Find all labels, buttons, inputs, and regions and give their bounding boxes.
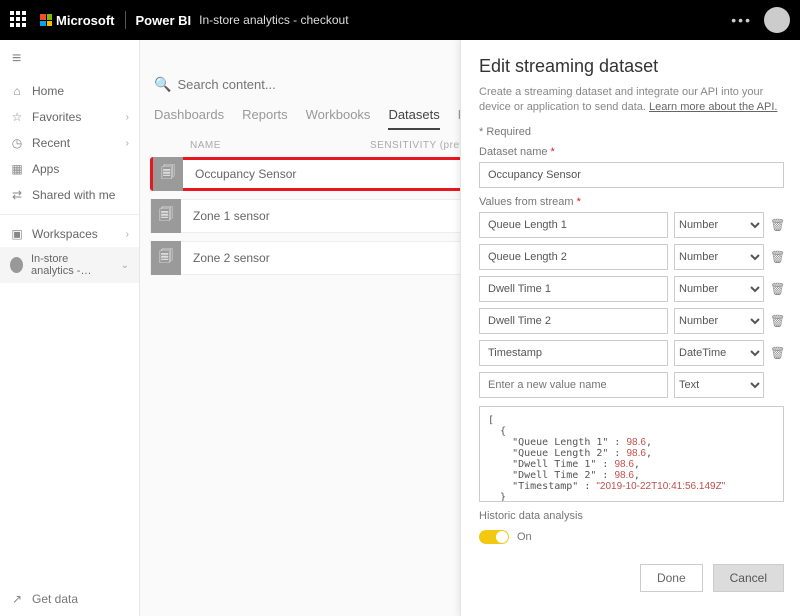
breadcrumb[interactable]: In-store analytics - checkout xyxy=(199,13,348,27)
nav-apps[interactable]: ▦Apps xyxy=(0,156,139,182)
search-icon: 🔍 xyxy=(154,76,171,93)
left-nav: ≡ ⌂Home ☆Favorites› ◷Recent› ▦Apps ⇄Shar… xyxy=(0,40,140,616)
apps-icon: ▦ xyxy=(10,162,24,176)
nav-shared[interactable]: ⇄Shared with me xyxy=(0,182,139,208)
historic-state: On xyxy=(517,531,532,543)
workspaces-icon: ▣ xyxy=(10,227,24,241)
stream-field-row: DateTime 🗑 xyxy=(479,340,784,366)
dataset-name-label: Dataset name xyxy=(479,146,784,158)
workspace-dot-icon xyxy=(10,257,23,273)
nav-favorites[interactable]: ☆Favorites› xyxy=(0,104,139,130)
tab-reports[interactable]: Reports xyxy=(242,107,288,130)
stream-field-row: Number 🗑 xyxy=(479,276,784,302)
panel-description: Create a streaming dataset and integrate… xyxy=(479,85,784,116)
topbar: Microsoft Power BI In-store analytics - … xyxy=(0,0,800,40)
microsoft-logo: Microsoft xyxy=(40,13,115,28)
col-name: NAME xyxy=(190,140,370,151)
chevron-right-icon: › xyxy=(126,138,129,149)
stream-field-name-input[interactable] xyxy=(479,244,668,270)
star-icon: ☆ xyxy=(10,110,24,124)
divider xyxy=(125,11,126,29)
stream-field-row: Number 🗑 xyxy=(479,308,784,334)
delete-field-icon[interactable]: 🗑 xyxy=(770,314,784,328)
dataset-name-input[interactable] xyxy=(479,162,784,188)
search-input[interactable] xyxy=(177,77,377,92)
more-icon[interactable]: ••• xyxy=(731,12,752,28)
get-data-icon: ↗ xyxy=(10,592,24,606)
shared-icon: ⇄ xyxy=(10,188,24,202)
dataset-icon: 🗐 xyxy=(151,241,181,275)
chevron-right-icon: › xyxy=(126,229,129,240)
new-value-input[interactable] xyxy=(479,372,668,398)
stream-field-row: Number 🗑 xyxy=(479,212,784,238)
stream-field-type-select[interactable]: DateTime xyxy=(674,340,764,366)
required-label: * Required xyxy=(479,126,784,138)
stream-field-type-select[interactable]: Number xyxy=(674,244,764,270)
stream-field-type-select[interactable]: Number xyxy=(674,212,764,238)
new-value-type-select[interactable]: Text xyxy=(674,372,764,398)
panel-title: Edit streaming dataset xyxy=(479,56,784,77)
app-launcher-icon[interactable] xyxy=(10,11,28,29)
stream-field-row: Number 🗑 xyxy=(479,244,784,270)
delete-field-icon[interactable]: 🗑 xyxy=(770,282,784,296)
learn-more-link[interactable]: Learn more about the API. xyxy=(649,101,777,113)
historic-label: Historic data analysis xyxy=(479,510,784,522)
tab-datasets[interactable]: Datasets xyxy=(388,107,439,130)
delete-field-icon[interactable]: 🗑 xyxy=(770,218,784,232)
delete-field-icon[interactable]: 🗑 xyxy=(770,250,784,264)
stream-field-name-input[interactable] xyxy=(479,308,668,334)
chevron-right-icon: › xyxy=(126,112,129,123)
product-label: Power BI xyxy=(136,13,192,28)
stream-field-name-input[interactable] xyxy=(479,340,668,366)
stream-field-name-input[interactable] xyxy=(479,276,668,302)
hamburger-icon[interactable]: ≡ xyxy=(0,40,139,78)
chevron-down-icon: ⌄ xyxy=(121,260,129,271)
tab-dashboards[interactable]: Dashboards xyxy=(154,107,224,130)
edit-streaming-dataset-panel: Edit streaming dataset Create a streamin… xyxy=(460,40,800,616)
clock-icon: ◷ xyxy=(10,136,24,150)
done-button[interactable]: Done xyxy=(640,564,703,592)
dataset-icon: 🗐 xyxy=(151,199,181,233)
tab-workbooks[interactable]: Workbooks xyxy=(306,107,371,130)
stream-field-type-select[interactable]: Number xyxy=(674,308,764,334)
nav-workspaces[interactable]: ▣Workspaces› xyxy=(0,221,139,247)
delete-field-icon[interactable]: 🗑 xyxy=(770,346,784,360)
nav-home[interactable]: ⌂Home xyxy=(0,78,139,104)
nav-recent[interactable]: ◷Recent› xyxy=(0,130,139,156)
get-data-button[interactable]: ↗Get data xyxy=(0,582,139,616)
home-icon: ⌂ xyxy=(10,84,24,98)
avatar[interactable] xyxy=(764,7,790,33)
stream-field-type-select[interactable]: Number xyxy=(674,276,764,302)
historic-toggle[interactable] xyxy=(479,530,509,544)
nav-current-workspace[interactable]: In-store analytics -…⌄ xyxy=(0,247,139,283)
stream-field-name-input[interactable] xyxy=(479,212,668,238)
brand-label: Microsoft xyxy=(56,13,115,28)
values-from-stream-label: Values from stream xyxy=(479,196,784,208)
dataset-icon: 🗐 xyxy=(153,157,183,191)
sample-payload: [ { "Queue Length 1" : 98.6, "Queue Leng… xyxy=(479,406,784,502)
cancel-button[interactable]: Cancel xyxy=(713,564,784,592)
